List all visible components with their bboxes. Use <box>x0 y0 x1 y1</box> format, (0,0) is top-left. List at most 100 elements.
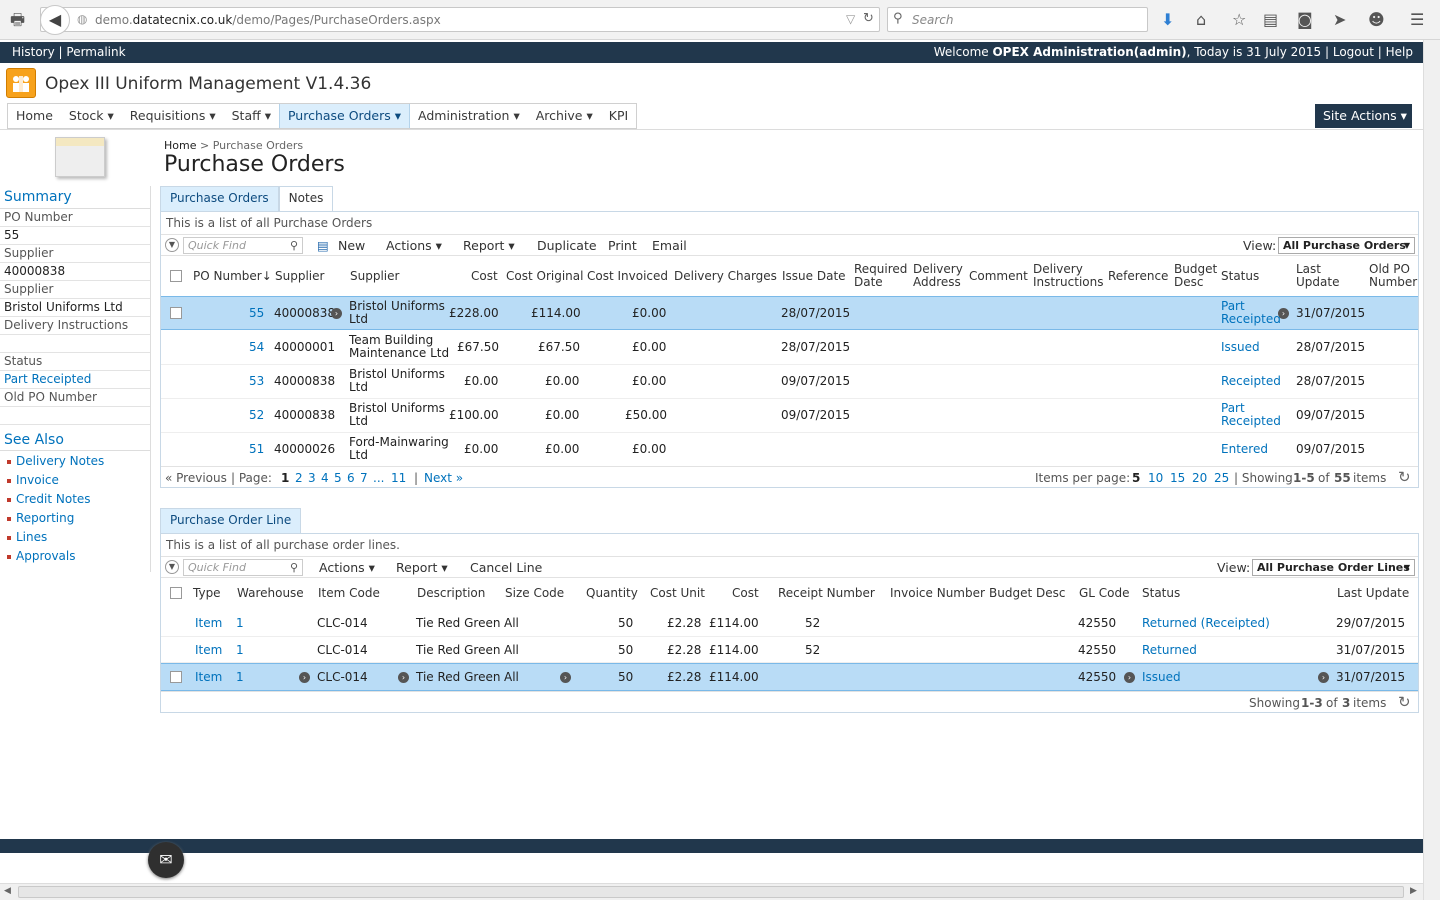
po-number-link[interactable]: 54 <box>249 341 264 354</box>
table-row[interactable]: 52 40000838 Bristol Uniforms Ltd £100.00 … <box>161 399 1418 433</box>
cancel-line-button[interactable]: Cancel Line <box>470 560 542 575</box>
print-button[interactable]: Print <box>608 238 637 253</box>
select-all-checkbox[interactable] <box>170 587 182 599</box>
select-all-checkbox[interactable] <box>170 270 182 282</box>
nav-purchase-orders[interactable]: Purchase Orders ▾ <box>278 104 410 128</box>
nav-kpi[interactable]: KPI <box>601 104 636 128</box>
report-menu[interactable]: Report ▾ <box>396 560 448 575</box>
nav-requisitions[interactable]: Requisitions ▾ <box>122 104 224 128</box>
page-link[interactable]: 6 <box>347 471 355 485</box>
see-also-approvals[interactable]: Approvals <box>7 549 76 563</box>
col-supplier-code[interactable]: Supplier <box>275 270 324 283</box>
new-button[interactable]: New <box>338 238 365 253</box>
view-select[interactable]: All Purchase Orders ▼ <box>1278 237 1415 254</box>
help-link[interactable]: Help <box>1386 45 1413 59</box>
bookmark-star-icon[interactable]: ☆ <box>1232 10 1246 30</box>
warehouse-link[interactable]: 1 <box>236 644 244 657</box>
ipp-link[interactable]: 10 <box>1148 471 1163 485</box>
row-arrow-icon[interactable]: › <box>398 672 409 683</box>
quick-find-input[interactable]: Quick Find ⚲ <box>183 559 303 576</box>
collapse-icon[interactable]: ▼ <box>165 238 179 252</box>
col-cost-unit[interactable]: Cost Unit <box>650 587 705 600</box>
nav-home[interactable]: Home <box>8 104 61 128</box>
download-icon[interactable]: ⬇ <box>1161 10 1174 30</box>
collapse-icon[interactable]: ▼ <box>165 560 179 574</box>
page-link[interactable]: 4 <box>321 471 329 485</box>
col-last-update[interactable]: Last Update <box>1296 263 1339 289</box>
col-delivery-instructions[interactable]: Delivery Instructions <box>1033 263 1103 289</box>
col-delivery-address[interactable]: Delivery Address <box>913 263 963 289</box>
see-also-reporting[interactable]: Reporting <box>7 511 74 525</box>
vertical-scrollbar[interactable] <box>1423 40 1440 900</box>
refresh-icon[interactable]: ↻ <box>1398 693 1411 711</box>
summary-status-value[interactable]: Part Receipted <box>0 371 150 389</box>
page-link[interactable]: 2 <box>295 471 303 485</box>
email-button[interactable]: Email <box>652 238 687 253</box>
reading-list-icon[interactable]: ▤ <box>1263 10 1278 30</box>
address-bar[interactable]: ◍ demo.datatecnix.co.uk/demo/Pages/Purch… <box>40 7 880 32</box>
chat-icon[interactable]: ☻ <box>1368 10 1385 30</box>
col-invoice-number[interactable]: Invoice Number <box>890 587 985 600</box>
col-budget-desc[interactable]: Budget Desc <box>1174 263 1217 289</box>
table-row[interactable]: 51 40000026 Ford-Mainwaring Ltd £0.00 £0.… <box>161 433 1418 466</box>
col-quantity[interactable]: Quantity <box>586 587 638 600</box>
row-checkbox[interactable] <box>170 671 182 683</box>
status-link[interactable]: Returned (Receipted) <box>1142 617 1270 630</box>
menu-icon[interactable]: ☰ <box>1410 10 1424 30</box>
status-link[interactable]: Entered <box>1221 443 1268 456</box>
history-link[interactable]: History <box>12 45 55 59</box>
refresh-icon[interactable]: ↻ <box>1398 468 1411 486</box>
back-button[interactable]: ◀ <box>40 5 70 35</box>
ipp-link[interactable]: 25 <box>1214 471 1229 485</box>
col-item-code[interactable]: Item Code <box>318 587 380 600</box>
col-supplier[interactable]: Supplier <box>350 270 399 283</box>
see-also-credit-notes[interactable]: Credit Notes <box>7 492 91 506</box>
nav-archive[interactable]: Archive ▾ <box>528 104 601 128</box>
col-reference[interactable]: Reference <box>1108 270 1168 283</box>
scroll-right-icon[interactable]: ▶ <box>1410 886 1417 896</box>
row-arrow-icon[interactable]: › <box>299 672 310 683</box>
nav-stock[interactable]: Stock ▾ <box>61 104 122 128</box>
row-arrow-icon[interactable]: › <box>1278 308 1289 319</box>
nav-administration[interactable]: Administration ▾ <box>410 104 528 128</box>
col-delivery-charges[interactable]: Delivery Charges <box>674 270 777 283</box>
type-link[interactable]: Item <box>195 671 222 684</box>
col-warehouse[interactable]: Warehouse <box>237 587 304 600</box>
table-row[interactable]: Item 1 › CLC-014 › Tie Red Green All › 5… <box>161 663 1418 691</box>
col-size-code[interactable]: Size Code <box>505 587 564 600</box>
col-status[interactable]: Status <box>1142 587 1180 600</box>
tab-purchase-orders[interactable]: Purchase Orders <box>160 186 279 211</box>
actions-menu[interactable]: Actions ▾ <box>386 238 442 253</box>
po-number-link[interactable]: 52 <box>249 409 264 422</box>
scroll-left-icon[interactable]: ◀ <box>4 886 11 896</box>
col-cost[interactable]: Cost <box>732 587 759 600</box>
pocket-icon[interactable]: ◙ <box>1297 10 1313 30</box>
send-icon[interactable]: ➤ <box>1333 10 1346 30</box>
duplicate-button[interactable]: Duplicate <box>537 238 597 253</box>
po-number-link[interactable]: 55 <box>249 307 264 320</box>
dropdown-icon[interactable]: ▽ <box>846 12 855 26</box>
page-link[interactable]: 5 <box>334 471 342 485</box>
see-also-invoice[interactable]: Invoice <box>7 473 59 487</box>
quick-find-input[interactable]: Quick Find ⚲ <box>183 237 303 254</box>
browser-search-input[interactable]: ⚲ Search <box>887 7 1148 32</box>
col-budget-desc[interactable]: Budget Desc <box>989 587 1065 600</box>
report-menu[interactable]: Report ▾ <box>463 238 515 253</box>
mail-button[interactable]: ✉ <box>148 842 184 878</box>
table-row[interactable]: 54 40000001 Team Building Maintenance Ltd… <box>161 331 1418 365</box>
col-type[interactable]: Type <box>193 587 221 600</box>
table-row[interactable]: Item 1 CLC-014 Tie Red Green All 50 £2.2… <box>161 637 1418 663</box>
warehouse-link[interactable]: 1 <box>236 671 244 684</box>
po-number-link[interactable]: 53 <box>249 375 264 388</box>
col-cost-invoiced[interactable]: Cost Invoiced <box>587 270 668 283</box>
type-link[interactable]: Item <box>195 644 222 657</box>
actions-menu[interactable]: Actions ▾ <box>319 560 375 575</box>
status-link[interactable]: Part Receipted <box>1221 300 1281 326</box>
table-row[interactable]: Item 1 CLC-014 Tie Red Green All 50 £2.2… <box>161 610 1418 637</box>
nav-staff[interactable]: Staff ▾ <box>224 104 279 128</box>
status-link[interactable]: Issued <box>1142 671 1181 684</box>
scrollbar-thumb[interactable] <box>18 886 1404 898</box>
status-link[interactable]: Issued <box>1221 341 1260 354</box>
col-cost[interactable]: Cost <box>471 270 498 283</box>
row-arrow-icon[interactable]: › <box>1124 672 1135 683</box>
